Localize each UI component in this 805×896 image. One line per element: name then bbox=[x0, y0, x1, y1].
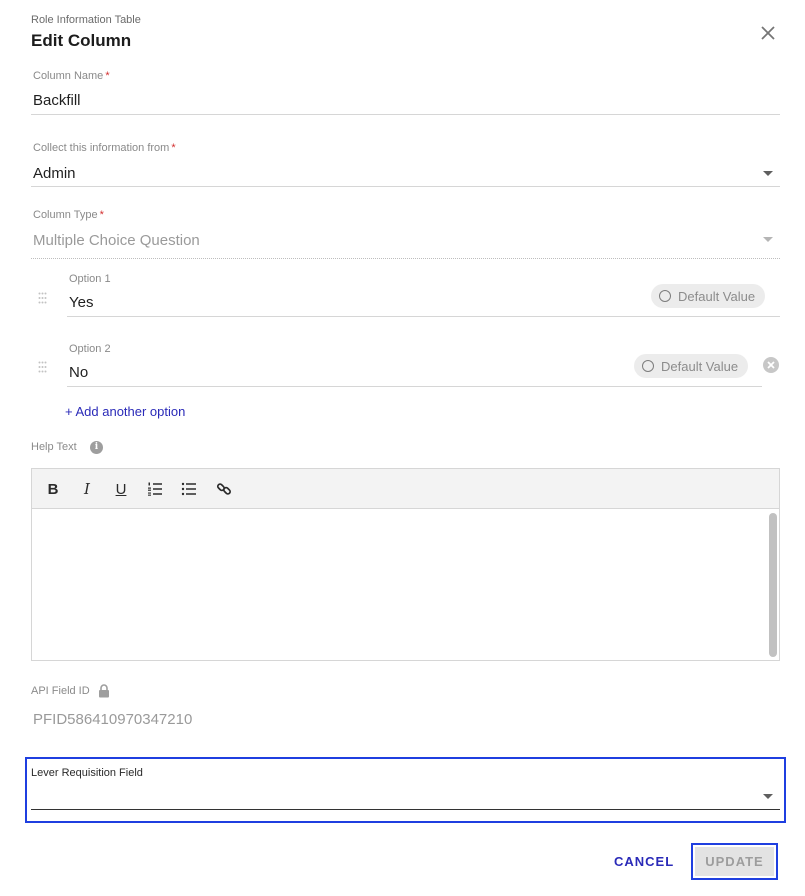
remove-circle-icon bbox=[767, 361, 775, 369]
lever-requisition-underline bbox=[31, 809, 780, 810]
radio-icon bbox=[659, 290, 671, 302]
remove-option-button[interactable] bbox=[763, 357, 779, 373]
ordered-list-icon bbox=[148, 482, 162, 496]
option-1-default-value-button[interactable]: Default Value bbox=[651, 284, 766, 308]
column-type-select[interactable]: Multiple Choice Question bbox=[33, 232, 200, 249]
option-1-underline bbox=[67, 316, 780, 317]
link-button[interactable] bbox=[214, 479, 234, 499]
update-button[interactable]: UPDATE bbox=[695, 847, 774, 876]
collect-from-label: Collect this information from * bbox=[33, 142, 176, 154]
default-value-label: Default Value bbox=[678, 288, 756, 304]
editor-toolbar: B I U bbox=[32, 469, 779, 509]
option-1-input[interactable]: Yes bbox=[69, 294, 93, 311]
drag-handle-icon[interactable] bbox=[38, 360, 47, 373]
close-icon bbox=[761, 26, 775, 40]
chevron-down-icon[interactable] bbox=[763, 237, 773, 242]
option-2-underline bbox=[67, 386, 762, 387]
bold-button[interactable]: B bbox=[43, 479, 63, 499]
dialog-title: Edit Column bbox=[31, 31, 132, 50]
drag-handle-icon[interactable] bbox=[38, 291, 47, 304]
api-field-id-label: API Field ID bbox=[31, 685, 90, 697]
help-text-label: Help Text bbox=[31, 441, 77, 453]
option-2-input[interactable]: No bbox=[69, 364, 88, 381]
bullet-list-button[interactable] bbox=[179, 479, 199, 499]
option-2-label: Option 2 bbox=[69, 343, 111, 355]
column-type-underline bbox=[31, 258, 780, 259]
collect-from-select[interactable]: Admin bbox=[33, 165, 76, 182]
underline-button[interactable]: U bbox=[111, 479, 131, 499]
default-value-label: Default Value bbox=[661, 358, 739, 374]
chevron-down-icon[interactable] bbox=[763, 171, 773, 176]
info-icon[interactable]: i bbox=[90, 441, 103, 454]
editor-scrollbar[interactable] bbox=[767, 511, 777, 659]
help-text-editor: B I U bbox=[31, 468, 780, 661]
link-icon bbox=[216, 483, 231, 495]
column-name-underline bbox=[31, 114, 780, 115]
column-name-label: Column Name * bbox=[33, 70, 110, 82]
cancel-button[interactable]: CANCEL bbox=[614, 854, 674, 869]
lever-requisition-field-label: Lever Requisition Field bbox=[31, 767, 143, 779]
lock-icon bbox=[98, 684, 110, 698]
column-name-input[interactable]: Backfill bbox=[33, 92, 81, 109]
option-2-default-value-button[interactable]: Default Value bbox=[634, 354, 749, 378]
bullet-list-icon bbox=[181, 482, 196, 496]
dialog-subtitle: Role Information Table bbox=[31, 14, 141, 26]
close-button[interactable] bbox=[757, 22, 779, 44]
update-button-highlight: UPDATE bbox=[691, 843, 778, 880]
api-field-id-value: PFID586410970347210 bbox=[33, 711, 193, 728]
column-type-label: Column Type * bbox=[33, 209, 104, 221]
radio-icon bbox=[642, 360, 654, 372]
italic-button[interactable]: I bbox=[77, 479, 97, 499]
option-1-label: Option 1 bbox=[69, 273, 111, 285]
add-option-link[interactable]: + Add another option bbox=[65, 404, 185, 419]
chevron-down-icon[interactable] bbox=[763, 794, 773, 799]
ordered-list-button[interactable] bbox=[145, 479, 165, 499]
collect-from-underline bbox=[31, 186, 780, 187]
editor-scrollbar-thumb[interactable] bbox=[769, 513, 777, 657]
